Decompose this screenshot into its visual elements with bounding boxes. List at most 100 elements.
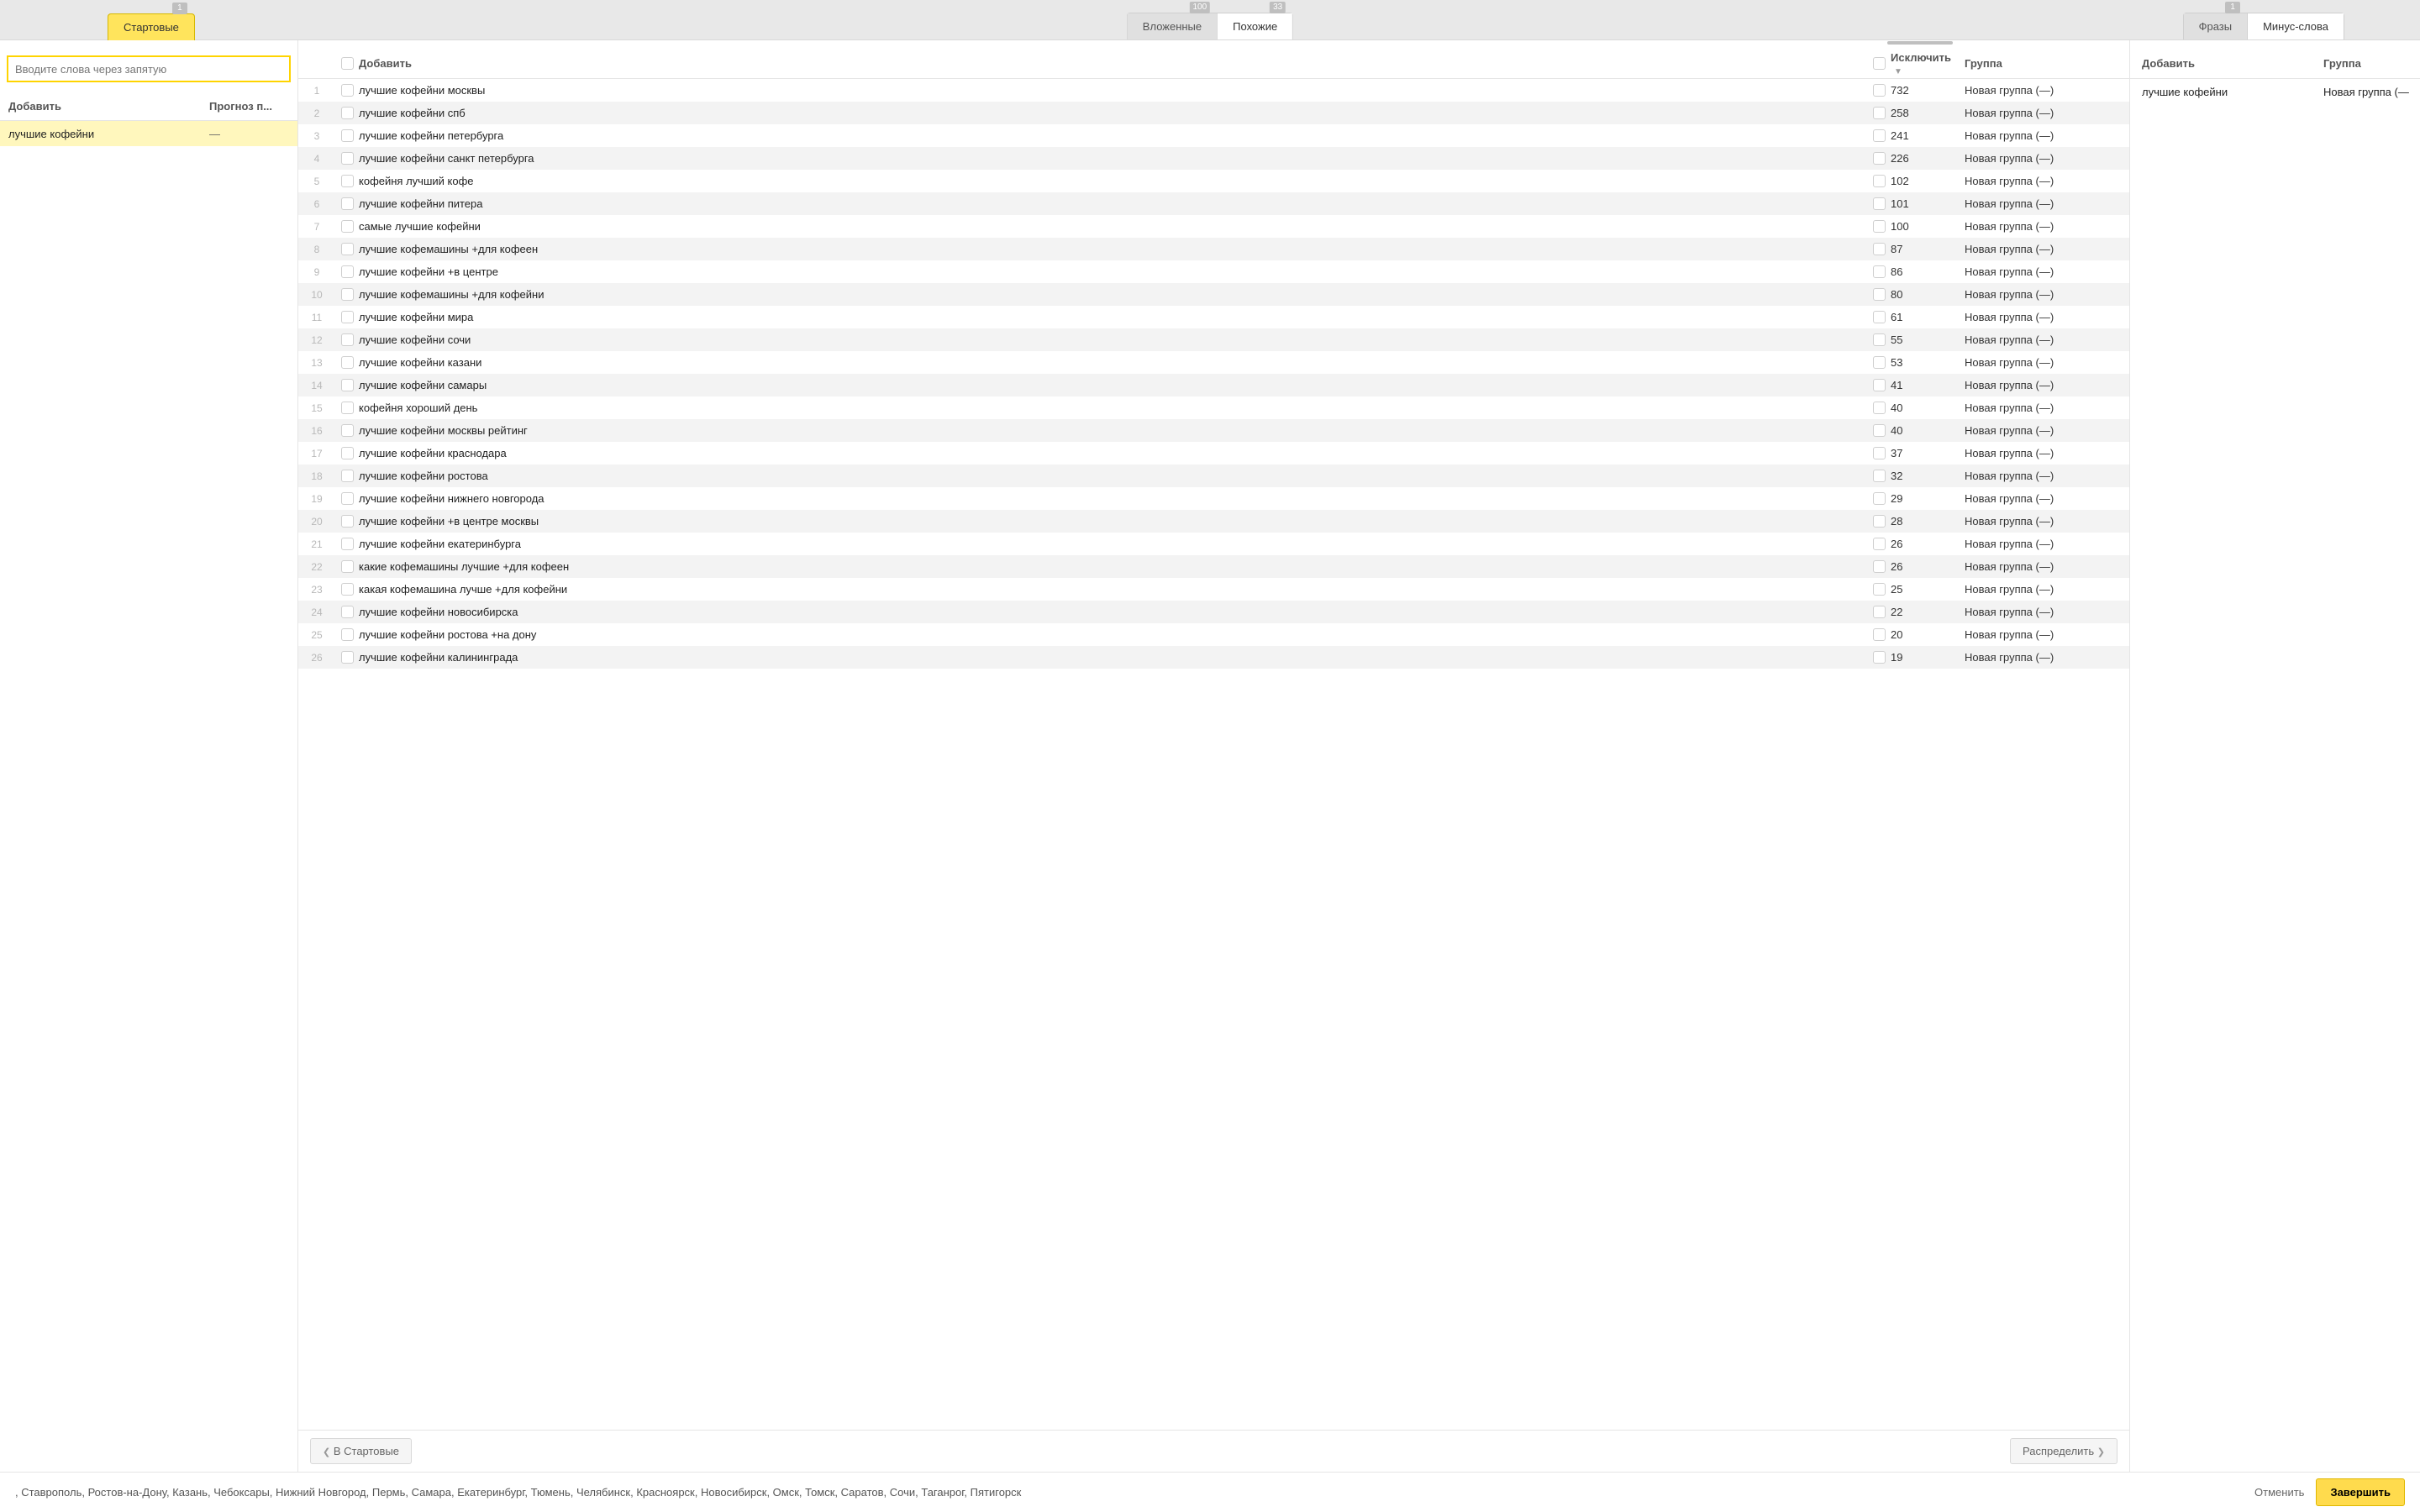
- add-checkbox[interactable]: [341, 606, 354, 618]
- exclude-checkbox[interactable]: [1873, 333, 1886, 346]
- exclude-checkbox[interactable]: [1873, 107, 1886, 119]
- table-row[interactable]: 6лучшие кофейни питера101Новая группа (—…: [298, 192, 2129, 215]
- tab-start[interactable]: Стартовые 1: [108, 13, 195, 40]
- exclude-checkbox[interactable]: [1873, 538, 1886, 550]
- table-row[interactable]: 22какие кофемашины лучшие +для кофеен26Н…: [298, 555, 2129, 578]
- table-row[interactable]: 21лучшие кофейни екатеринбурга26Новая гр…: [298, 533, 2129, 555]
- exclude-checkbox[interactable]: [1873, 447, 1886, 459]
- table-row[interactable]: 5кофейня лучший кофе102Новая группа (—): [298, 170, 2129, 192]
- finish-button[interactable]: Завершить: [2316, 1478, 2405, 1506]
- add-checkbox[interactable]: [341, 220, 354, 233]
- table-row[interactable]: 16лучшие кофейни москвы рейтинг40Новая г…: [298, 419, 2129, 442]
- exclude-checkbox[interactable]: [1873, 560, 1886, 573]
- keyword-rows[interactable]: 1лучшие кофейни москвы732Новая группа (—…: [298, 79, 2129, 1430]
- exclude-checkbox[interactable]: [1873, 606, 1886, 618]
- tab-nested[interactable]: Вложенные 100: [1128, 13, 1217, 39]
- tab-minus-words[interactable]: Минус-слова: [2247, 13, 2344, 39]
- table-row[interactable]: 14лучшие кофейни самары41Новая группа (—…: [298, 374, 2129, 396]
- add-checkbox[interactable]: [341, 560, 354, 573]
- right-row[interactable]: лучшие кофейни Новая группа (—: [2130, 79, 2420, 104]
- add-checkbox[interactable]: [341, 356, 354, 369]
- add-checkbox[interactable]: [341, 175, 354, 187]
- left-table-header: Добавить Прогноз п...: [0, 92, 297, 121]
- exclude-checkbox[interactable]: [1873, 356, 1886, 369]
- distribute-button[interactable]: Распределить ❯: [2010, 1438, 2118, 1464]
- exclude-checkbox[interactable]: [1873, 84, 1886, 97]
- exclude-checkbox[interactable]: [1873, 492, 1886, 505]
- seed-input[interactable]: [7, 55, 291, 82]
- add-checkbox[interactable]: [341, 333, 354, 346]
- exclude-checkbox[interactable]: [1873, 197, 1886, 210]
- table-row[interactable]: 25лучшие кофейни ростова +на дону20Новая…: [298, 623, 2129, 646]
- add-checkbox[interactable]: [341, 129, 354, 142]
- add-checkbox[interactable]: [341, 628, 354, 641]
- exclude-checkbox[interactable]: [1873, 129, 1886, 142]
- table-row[interactable]: 15кофейня хороший день40Новая группа (—): [298, 396, 2129, 419]
- table-row[interactable]: 17лучшие кофейни краснодара37Новая групп…: [298, 442, 2129, 465]
- table-row[interactable]: 18лучшие кофейни ростова32Новая группа (…: [298, 465, 2129, 487]
- table-row[interactable]: 8лучшие кофемашины +для кофеен87Новая гр…: [298, 238, 2129, 260]
- exclude-checkbox[interactable]: [1873, 628, 1886, 641]
- add-checkbox[interactable]: [341, 470, 354, 482]
- add-checkbox[interactable]: [341, 243, 354, 255]
- select-all-exclude-checkbox[interactable]: [1873, 57, 1886, 70]
- add-checkbox[interactable]: [341, 447, 354, 459]
- add-checkbox[interactable]: [341, 492, 354, 505]
- tab-phrases[interactable]: Фразы 1: [2184, 13, 2248, 39]
- row-number: 6: [298, 198, 335, 210]
- exclude-checkbox[interactable]: [1873, 175, 1886, 187]
- exclude-checkbox[interactable]: [1873, 470, 1886, 482]
- add-checkbox[interactable]: [341, 288, 354, 301]
- add-checkbox[interactable]: [341, 152, 354, 165]
- exclude-checkbox[interactable]: [1873, 651, 1886, 664]
- exclude-checkbox[interactable]: [1873, 424, 1886, 437]
- exclude-checkbox[interactable]: [1873, 288, 1886, 301]
- exclude-checkbox[interactable]: [1873, 152, 1886, 165]
- add-checkbox[interactable]: [341, 538, 354, 550]
- add-checkbox[interactable]: [341, 402, 354, 414]
- add-checkbox[interactable]: [341, 311, 354, 323]
- table-row[interactable]: 19лучшие кофейни нижнего новгорода29Нова…: [298, 487, 2129, 510]
- back-to-start-button[interactable]: ❮ В Стартовые: [310, 1438, 412, 1464]
- exclude-checkbox[interactable]: [1873, 265, 1886, 278]
- exclude-checkbox[interactable]: [1873, 515, 1886, 528]
- row-count: 26: [1891, 538, 1961, 550]
- exclude-checkbox[interactable]: [1873, 243, 1886, 255]
- exclude-checkbox[interactable]: [1873, 583, 1886, 596]
- add-checkbox[interactable]: [341, 107, 354, 119]
- row-number: 10: [298, 289, 335, 301]
- cancel-link[interactable]: Отменить: [2254, 1486, 2304, 1499]
- table-row[interactable]: 20лучшие кофейни +в центре москвы28Новая…: [298, 510, 2129, 533]
- tab-similar[interactable]: Похожие 33: [1217, 13, 1292, 39]
- table-row[interactable]: 1лучшие кофейни москвы732Новая группа (—…: [298, 79, 2129, 102]
- add-checkbox[interactable]: [341, 515, 354, 528]
- table-row[interactable]: 26лучшие кофейни калининграда19Новая гру…: [298, 646, 2129, 669]
- add-checkbox[interactable]: [341, 379, 354, 391]
- add-checkbox[interactable]: [341, 197, 354, 210]
- table-row[interactable]: 3лучшие кофейни петербурга241Новая групп…: [298, 124, 2129, 147]
- table-row[interactable]: 2лучшие кофейни спб258Новая группа (—): [298, 102, 2129, 124]
- table-row[interactable]: 13лучшие кофейни казани53Новая группа (—…: [298, 351, 2129, 374]
- table-row[interactable]: 24лучшие кофейни новосибирска22Новая гру…: [298, 601, 2129, 623]
- add-checkbox[interactable]: [341, 583, 354, 596]
- table-row[interactable]: 9лучшие кофейни +в центре86Новая группа …: [298, 260, 2129, 283]
- add-checkbox[interactable]: [341, 424, 354, 437]
- table-row[interactable]: 10лучшие кофемашины +для кофейни80Новая …: [298, 283, 2129, 306]
- exclude-checkbox[interactable]: [1873, 220, 1886, 233]
- exclude-checkbox[interactable]: [1873, 379, 1886, 391]
- table-row[interactable]: 12лучшие кофейни сочи55Новая группа (—): [298, 328, 2129, 351]
- exclude-checkbox[interactable]: [1873, 311, 1886, 323]
- table-row[interactable]: 11лучшие кофейни мира61Новая группа (—): [298, 306, 2129, 328]
- row-phrase: лучшие кофейни казани: [359, 356, 1867, 369]
- exclude-checkbox[interactable]: [1873, 402, 1886, 414]
- table-row[interactable]: 7самые лучшие кофейни100Новая группа (—): [298, 215, 2129, 238]
- mid-head-exclude[interactable]: Исключить ▼: [1891, 51, 1961, 76]
- seed-row[interactable]: лучшие кофейни —: [0, 121, 297, 146]
- add-checkbox[interactable]: [341, 651, 354, 664]
- add-checkbox[interactable]: [341, 84, 354, 97]
- row-phrase: лучшие кофейни сочи: [359, 333, 1867, 346]
- select-all-add-checkbox[interactable]: [341, 57, 354, 70]
- table-row[interactable]: 23какая кофемашина лучше +для кофейни25Н…: [298, 578, 2129, 601]
- add-checkbox[interactable]: [341, 265, 354, 278]
- table-row[interactable]: 4лучшие кофейни санкт петербурга226Новая…: [298, 147, 2129, 170]
